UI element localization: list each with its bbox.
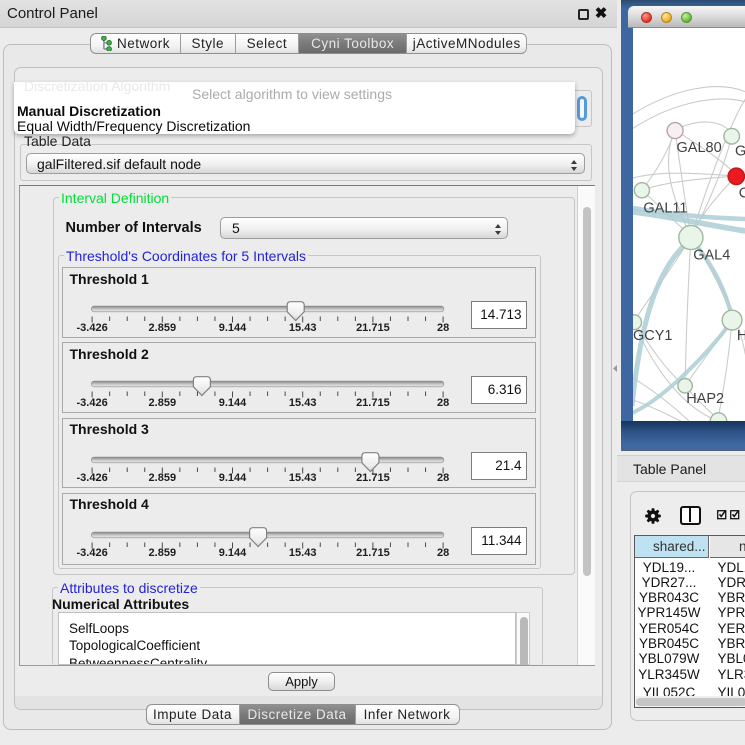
svg-text:GA: GA xyxy=(735,143,745,159)
svg-text:HA: HA xyxy=(736,328,745,344)
svg-text:GAL4: GAL4 xyxy=(693,247,730,263)
svg-text:GAL11: GAL11 xyxy=(643,200,687,216)
svg-text:GAL80: GAL80 xyxy=(676,139,721,155)
svg-text:GCY1: GCY1 xyxy=(633,328,673,344)
svg-text:HAP2: HAP2 xyxy=(686,391,724,407)
svg-text:C: C xyxy=(738,185,745,201)
